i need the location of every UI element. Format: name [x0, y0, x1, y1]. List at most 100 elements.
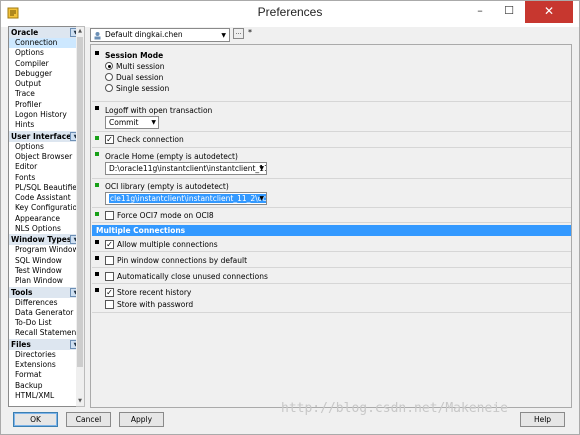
modified-indicator: * — [248, 28, 252, 37]
auto-close-section: Automatically close unused connections — [92, 269, 571, 284]
sidebar-item[interactable]: HTML/XML — [9, 391, 83, 401]
check-connection-checkbox[interactable]: ✓ Check connection — [105, 135, 184, 144]
scroll-thumb[interactable] — [77, 37, 83, 367]
radio-multi-session[interactable]: Multi session — [105, 62, 164, 71]
sidebar-category[interactable]: Oracle▼ — [9, 27, 83, 38]
radio-dot-icon — [105, 73, 113, 81]
sidebar-item[interactable]: Output — [9, 79, 83, 89]
preferences-window: Preferences – ☐ ✕ Oracle▼ConnectionOptio… — [0, 0, 580, 435]
sidebar-item[interactable]: SQL Window — [9, 256, 83, 266]
store-recent-history-checkbox[interactable]: ✓ Store recent history — [105, 288, 191, 297]
sidebar-category-label: Window Types — [11, 235, 72, 245]
session-mode-title: Session Mode — [105, 51, 164, 60]
auto-close-connections-checkbox[interactable]: Automatically close unused connections — [105, 272, 268, 281]
oci-library-section: OCI library (empty is autodetect) cle11g… — [92, 180, 571, 208]
sidebar-item[interactable]: Compiler — [9, 59, 83, 69]
minimize-button[interactable]: – — [465, 1, 495, 23]
preferences-category-list: Oracle▼ConnectionOptionsCompilerDebugger… — [8, 26, 84, 407]
sidebar-item[interactable]: Directories — [9, 350, 83, 360]
force-oci7-checkbox[interactable]: Force OCI7 mode on OCI8 — [105, 211, 214, 220]
sidebar-item[interactable]: Editor — [9, 162, 83, 172]
sidebar-scrollbar[interactable]: ▲ ▼ — [76, 26, 85, 407]
sidebar-item[interactable]: Key Configuration — [9, 203, 83, 213]
sidebar-category[interactable]: Tools▼ — [9, 286, 83, 298]
section-marker — [95, 106, 99, 110]
cancel-button[interactable]: Cancel — [66, 412, 111, 427]
section-marker — [95, 212, 99, 216]
store-with-password-checkbox[interactable]: Store with password — [105, 300, 193, 309]
sidebar-item[interactable]: Program Window — [9, 245, 83, 255]
sidebar-item[interactable]: Appearance — [9, 214, 83, 224]
sidebar-category[interactable]: User Interface▼ — [9, 130, 83, 142]
logoff-select[interactable]: Commit ▼ — [105, 116, 159, 129]
sidebar-item[interactable]: Logon History — [9, 110, 83, 120]
allow-multiple-section: ✓ Allow multiple connections — [92, 237, 571, 252]
force-oci7-section: Force OCI7 mode on OCI8 — [92, 209, 571, 223]
allow-multiple-connections-checkbox[interactable]: ✓ Allow multiple connections — [105, 240, 218, 249]
sidebar-item[interactable]: Connection — [9, 38, 83, 49]
chevron-down-icon: ▼ — [259, 195, 264, 202]
sidebar-item[interactable]: Format — [9, 370, 83, 380]
checkmark-icon: ✓ — [105, 288, 114, 297]
oracle-home-value: D:\oracle11g\instantclient\instantclient… — [109, 164, 267, 173]
help-button[interactable]: Help — [520, 412, 565, 427]
oracle-home-select[interactable]: D:\oracle11g\instantclient\instantclient… — [105, 162, 267, 175]
pin-window-connections-checkbox[interactable]: Pin window connections by default — [105, 256, 247, 265]
connection-settings-panel: Session Mode Multi session Dual session … — [90, 44, 572, 408]
sidebar-item[interactable]: Data Generator — [9, 308, 83, 318]
section-marker — [95, 256, 99, 260]
profile-options-button[interactable]: ... — [233, 28, 244, 39]
radio-dot-icon — [105, 84, 113, 92]
profile-row: Default dingkai.chen ▼ ... * — [90, 28, 270, 42]
radio-single-session[interactable]: Single session — [105, 84, 169, 93]
sidebar-item[interactable]: Fonts — [9, 173, 83, 183]
section-marker — [95, 136, 99, 140]
checkbox-icon — [105, 300, 114, 309]
check-connection-section: ✓ Check connection — [92, 133, 571, 148]
sidebar-item[interactable]: To-Do List — [9, 318, 83, 328]
title-bar: Preferences – ☐ ✕ — [1, 1, 579, 27]
profile-select-value: Default dingkai.chen — [105, 30, 183, 39]
sidebar-item[interactable]: Extensions — [9, 360, 83, 370]
sidebar-item[interactable]: PL/SQL Beautifier — [9, 183, 83, 193]
sidebar-item[interactable]: NLS Options — [9, 224, 83, 234]
oci-library-label: OCI library (empty is autodetect) — [105, 182, 229, 191]
maximize-button[interactable]: ☐ — [494, 1, 524, 23]
sidebar-item[interactable]: Recall Statement — [9, 328, 83, 338]
scroll-up-icon[interactable]: ▲ — [76, 27, 84, 36]
sidebar-item[interactable]: Object Browser — [9, 152, 83, 162]
multiple-connections-header: Multiple Connections — [92, 225, 571, 236]
sidebar-category[interactable]: Window Types▼ — [9, 234, 83, 246]
section-marker — [95, 288, 99, 292]
checkmark-icon: ✓ — [105, 135, 114, 144]
sidebar-category-label: User Interface — [11, 131, 72, 141]
watermark: http://blog.csdn.net/Makeneie — [281, 401, 508, 416]
sidebar-item[interactable]: Hints — [9, 120, 83, 130]
sidebar-item[interactable]: Differences — [9, 298, 83, 308]
chevron-down-icon: ▼ — [221, 32, 226, 39]
checkmark-icon: ✓ — [105, 240, 114, 249]
logoff-label: Logoff with open transaction — [105, 106, 213, 115]
oci-library-value: cle11g\instantclient\instantclient_11_2\… — [109, 194, 266, 203]
sidebar-item[interactable]: Debugger — [9, 69, 83, 79]
sidebar-item[interactable]: Backup — [9, 381, 83, 391]
oracle-home-section: Oracle Home (empty is autodetect) D:\ora… — [92, 149, 571, 179]
oci-library-input[interactable]: cle11g\instantclient\instantclient_11_2\… — [105, 192, 267, 205]
checkbox-icon — [105, 272, 114, 281]
radio-dual-session[interactable]: Dual session — [105, 73, 163, 82]
sidebar-item[interactable]: Profiler — [9, 100, 83, 110]
close-button[interactable]: ✕ — [525, 1, 573, 23]
profile-select[interactable]: Default dingkai.chen ▼ — [90, 28, 230, 42]
sidebar-item[interactable]: Code Assistant — [9, 193, 83, 203]
apply-button[interactable]: Apply — [119, 412, 164, 427]
sidebar-item[interactable]: Trace — [9, 89, 83, 99]
sidebar-category[interactable]: Files▼ — [9, 338, 83, 350]
logoff-section: Logoff with open transaction Commit ▼ — [92, 103, 571, 132]
sidebar-item[interactable]: Options — [9, 142, 83, 152]
sidebar-item[interactable]: Plan Window — [9, 276, 83, 286]
ok-button[interactable]: OK — [13, 412, 58, 427]
sidebar-item[interactable]: Test Window — [9, 266, 83, 276]
scroll-down-icon[interactable]: ▼ — [76, 397, 84, 406]
sidebar-item[interactable]: Options — [9, 48, 83, 58]
checkbox-icon — [105, 211, 114, 220]
